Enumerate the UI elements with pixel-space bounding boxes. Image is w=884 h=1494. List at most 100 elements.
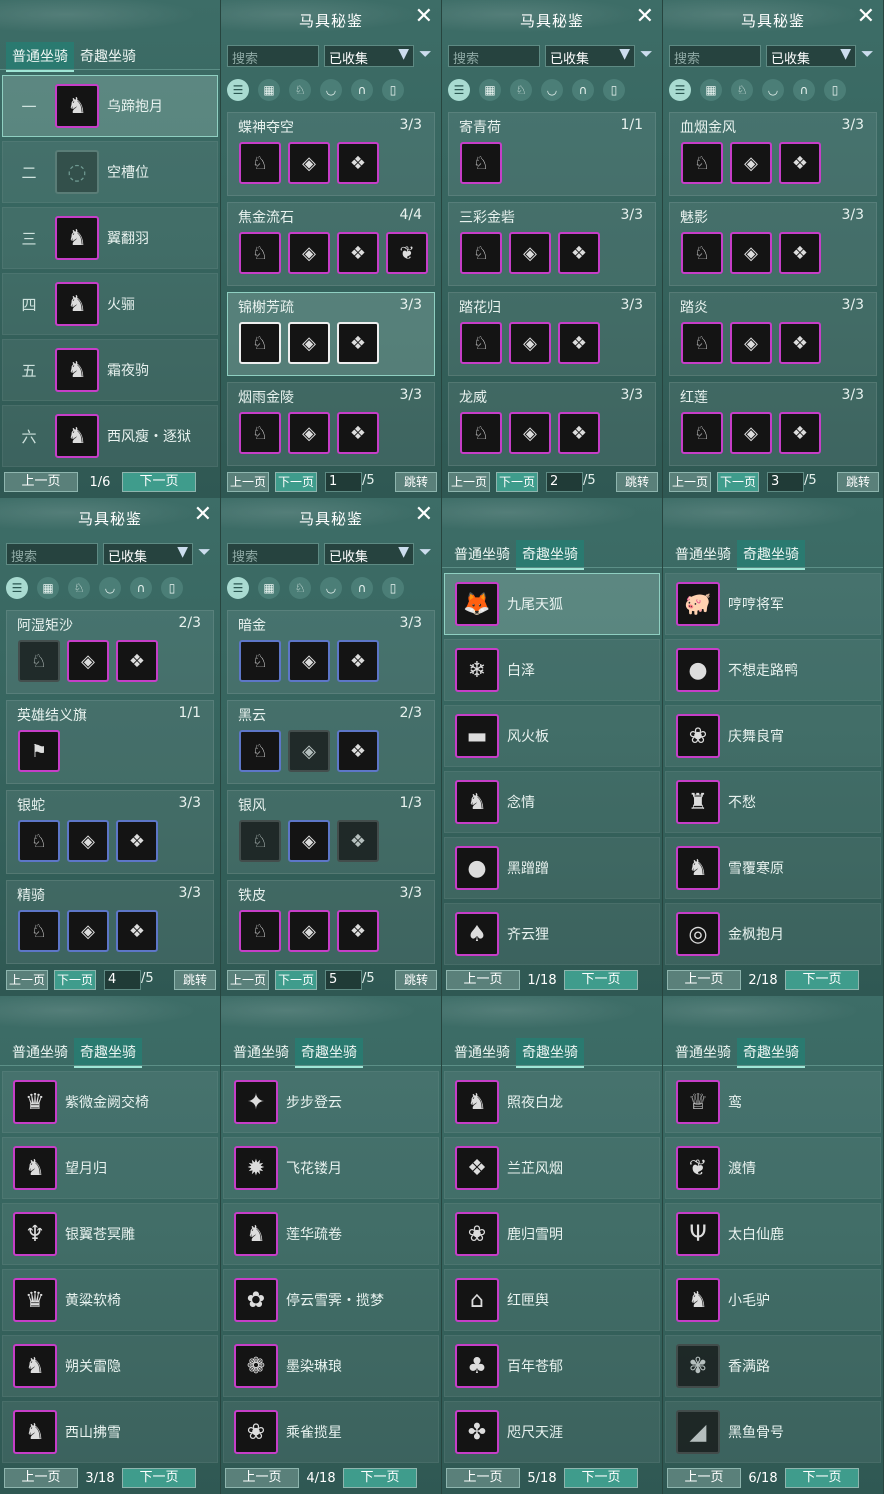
next-page-button[interactable]: 下一页 xyxy=(717,472,759,492)
mount-item[interactable]: ♞ 西山拂雪 xyxy=(2,1401,218,1463)
equipment-set[interactable]: 踏炎 3/3 ♘ ◈ ❖ xyxy=(669,292,877,376)
mount-item[interactable]: ❀ 鹿归雪明 xyxy=(444,1203,660,1265)
equipment-set[interactable]: 铁皮 3/3 ♘ ◈ ❖ xyxy=(227,880,435,964)
mount-item[interactable]: ✿ 停云雪霁・揽梦 xyxy=(223,1269,439,1331)
tab-fun-mounts[interactable]: 奇趣坐骑 xyxy=(295,1038,363,1068)
armor-icon[interactable]: ❖ xyxy=(116,640,158,682)
armor-icon[interactable]: ❖ xyxy=(337,232,379,274)
equipment-set[interactable]: 暗金 3/3 ♘ ◈ ❖ xyxy=(227,610,435,694)
next-page-button[interactable]: 下一页 xyxy=(785,970,859,990)
tab-normal-mounts[interactable]: 普通坐骑 xyxy=(669,540,737,570)
equipment-set[interactable]: 龙威 3/3 ♘ ◈ ❖ xyxy=(448,382,656,466)
armor-icon[interactable]: ❖ xyxy=(558,232,600,274)
head-gear-icon[interactable]: ♘ xyxy=(18,820,60,862)
prev-page-button[interactable]: 上一页 xyxy=(227,970,269,990)
search-input[interactable]: 搜索 xyxy=(227,543,319,565)
prev-page-button[interactable]: 上一页 xyxy=(6,970,48,990)
mount-item[interactable]: ✤ 咫尺天涯 xyxy=(444,1401,660,1463)
equipment-set[interactable]: 银风 1/3 ♘ ◈ ❖ xyxy=(227,790,435,874)
tab-normal-mounts[interactable]: 普通坐骑 xyxy=(227,1038,295,1068)
head-gear-icon[interactable]: ♘ xyxy=(681,232,723,274)
next-page-button[interactable]: 下一页 xyxy=(564,1468,638,1488)
mount-item[interactable]: ◢ 黑鱼骨号 xyxy=(665,1401,881,1463)
armor-icon[interactable]: ❖ xyxy=(779,322,821,364)
mount-item[interactable]: ♜ 不愁 xyxy=(665,771,881,833)
jump-button[interactable]: 跳转 xyxy=(616,472,658,492)
armor-icon[interactable]: ❖ xyxy=(116,910,158,952)
grid-icon[interactable]: ▦ xyxy=(258,577,280,599)
tab-fun-mounts[interactable]: 奇趣坐骑 xyxy=(737,1038,805,1068)
saddle-icon[interactable]: ◡ xyxy=(541,79,563,101)
head-gear-icon[interactable]: ♘ xyxy=(731,79,753,101)
prev-page-button[interactable]: 上一页 xyxy=(446,1468,520,1488)
prev-page-button[interactable]: 上一页 xyxy=(446,970,520,990)
saddle-icon[interactable]: ◈ xyxy=(288,412,330,454)
mount-item[interactable]: 🦊 九尾天狐 xyxy=(444,573,660,635)
mount-item[interactable]: ♞ 莲华疏卷 xyxy=(223,1203,439,1265)
grid-icon[interactable]: ▦ xyxy=(37,577,59,599)
jump-button[interactable]: 跳转 xyxy=(174,970,216,990)
tab-normal-mounts[interactable]: 普通坐骑 xyxy=(6,42,74,72)
equipment-set[interactable]: 银蛇 3/3 ♘ ◈ ❖ xyxy=(6,790,214,874)
collection-filter-select[interactable]: 已收集 ▼ xyxy=(324,543,414,565)
list-icon[interactable]: ☰ xyxy=(6,577,28,599)
mount-item[interactable]: ▬ 风火板 xyxy=(444,705,660,767)
filter-icon[interactable]: ⏷ xyxy=(419,44,432,64)
mount-slot[interactable]: 四 ♞ 火骊 xyxy=(2,273,218,335)
close-icon[interactable]: ✕ xyxy=(636,4,654,29)
next-page-button[interactable]: 下一页 xyxy=(122,472,196,492)
head-gear-icon[interactable]: ♘ xyxy=(239,640,281,682)
armor-icon[interactable]: ❖ xyxy=(337,412,379,454)
saddle-icon[interactable]: ◈ xyxy=(288,910,330,952)
list-icon[interactable]: ☰ xyxy=(448,79,470,101)
list-icon[interactable]: ☰ xyxy=(669,79,691,101)
tab-normal-mounts[interactable]: 普通坐骑 xyxy=(669,1038,737,1068)
mount-slot[interactable]: 二 ◌ 空槽位 xyxy=(2,141,218,203)
saddle-icon[interactable]: ◈ xyxy=(67,910,109,952)
page-number-input[interactable]: 5 xyxy=(325,970,362,990)
close-icon[interactable]: ✕ xyxy=(415,502,433,527)
head-gear-icon[interactable]: ♘ xyxy=(460,322,502,364)
jump-button[interactable]: 跳转 xyxy=(837,472,879,492)
head-gear-icon[interactable]: ♘ xyxy=(460,232,502,274)
tab-normal-mounts[interactable]: 普通坐骑 xyxy=(448,1038,516,1068)
equipment-set[interactable]: 英雄结义旗 1/1 ⚑ xyxy=(6,700,214,784)
mount-item[interactable]: ♞ 照夜白龙 xyxy=(444,1071,660,1133)
mount-item[interactable]: ✦ 步步登云 xyxy=(223,1071,439,1133)
armor-icon[interactable]: ❖ xyxy=(779,232,821,274)
armor-icon[interactable]: ▯ xyxy=(603,79,625,101)
collection-filter-select[interactable]: 已收集 ▼ xyxy=(103,543,193,565)
head-gear-icon[interactable]: ♘ xyxy=(239,412,281,454)
head-gear-icon[interactable]: ♘ xyxy=(289,79,311,101)
equipment-set[interactable]: 红莲 3/3 ♘ ◈ ❖ xyxy=(669,382,877,466)
saddle-icon[interactable]: ◡ xyxy=(320,577,342,599)
armor-icon[interactable]: ❖ xyxy=(337,820,379,862)
equipment-set[interactable]: 血烟金风 3/3 ♘ ◈ ❖ xyxy=(669,112,877,196)
collection-filter-select[interactable]: 已收集 ▼ xyxy=(324,45,414,67)
search-input[interactable]: 搜索 xyxy=(448,45,540,67)
next-page-button[interactable]: 下一页 xyxy=(785,1468,859,1488)
prev-page-button[interactable]: 上一页 xyxy=(227,472,269,492)
head-gear-icon[interactable]: ♘ xyxy=(681,322,723,364)
page-number-input[interactable]: 1 xyxy=(325,472,362,492)
list-icon[interactable]: ☰ xyxy=(227,79,249,101)
mount-item[interactable]: ✾ 香满路 xyxy=(665,1335,881,1397)
mount-item[interactable]: ❦ 渡情 xyxy=(665,1137,881,1199)
mount-item[interactable]: ♛ 黄粱软椅 xyxy=(2,1269,218,1331)
armor-icon[interactable]: ❖ xyxy=(337,730,379,772)
filter-icon[interactable]: ⏷ xyxy=(861,44,874,64)
next-page-button[interactable]: 下一页 xyxy=(54,970,96,990)
head-gear-icon[interactable]: ♘ xyxy=(239,910,281,952)
mount-item[interactable]: ❀ 庆舞良宵 xyxy=(665,705,881,767)
mount-item[interactable]: ❁ 墨染琳琅 xyxy=(223,1335,439,1397)
head-gear-icon[interactable]: ♘ xyxy=(239,142,281,184)
mount-slot[interactable]: 一 ♞ 乌蹄抱月 xyxy=(2,75,218,137)
mount-item[interactable]: ❀ 乘雀揽星 xyxy=(223,1401,439,1463)
mount-item[interactable]: ♆ 银翼苍冥雕 xyxy=(2,1203,218,1265)
head-gear-icon[interactable]: ♘ xyxy=(239,322,281,364)
mount-item[interactable]: ♞ 雪覆寒原 xyxy=(665,837,881,899)
tab-fun-mounts[interactable]: 奇趣坐骑 xyxy=(516,1038,584,1068)
armor-icon[interactable]: ❖ xyxy=(779,412,821,454)
mount-item[interactable]: ✹ 飞花镂月 xyxy=(223,1137,439,1199)
mount-item[interactable]: ♞ 小毛驴 xyxy=(665,1269,881,1331)
